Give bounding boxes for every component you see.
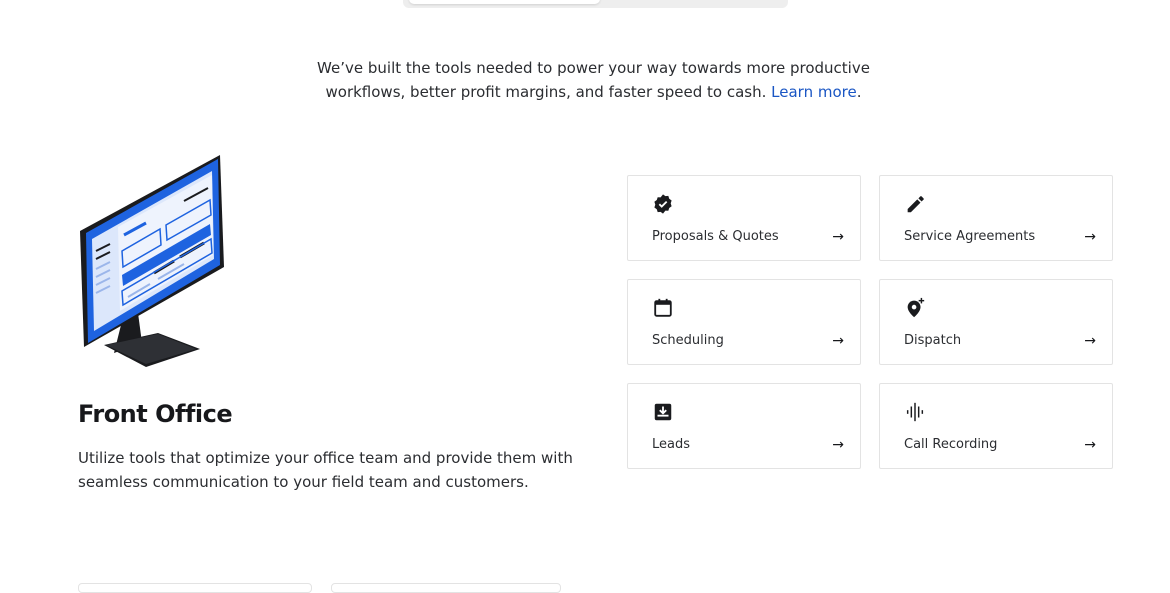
monitor-illustration [80, 155, 224, 367]
card-label: Leads [652, 437, 691, 452]
intro-text: We’ve built the tools needed to power yo… [0, 56, 1170, 104]
tab-switcher-active-tab[interactable] [409, 0, 600, 4]
card-label: Dispatch [904, 333, 962, 348]
verified-badge-icon [654, 194, 672, 214]
arrow-right-icon: → [1084, 333, 1096, 349]
next-section-tab[interactable] [78, 583, 312, 593]
intro-line-2-text: workflows, better profit margins, and fa… [325, 83, 767, 101]
location-pin-add-icon [907, 297, 925, 318]
arrow-right-icon: → [832, 229, 844, 245]
arrow-right-icon: → [1084, 229, 1096, 245]
card-service-agreements[interactable]: Service Agreements → [879, 175, 1113, 261]
learn-more-link[interactable]: Learn more [771, 83, 857, 101]
card-label: Scheduling [652, 333, 724, 348]
intro-line-1: We’ve built the tools needed to power yo… [317, 59, 870, 77]
arrow-right-icon: → [832, 333, 844, 349]
section-description: Utilize tools that optimize your office … [78, 449, 573, 491]
audio-waveform-icon [906, 402, 924, 422]
intro-period: . [856, 83, 862, 101]
card-call-recording[interactable]: Call Recording → [879, 383, 1113, 469]
section-title: Front Office [78, 400, 233, 428]
card-proposals-quotes[interactable]: Proposals & Quotes → [627, 175, 861, 261]
intro-line-2: workflows, better profit margins, and fa… [0, 80, 1170, 104]
pencil-icon [907, 196, 924, 213]
card-leads[interactable]: Leads → [627, 383, 861, 469]
card-label: Proposals & Quotes [652, 229, 779, 244]
arrow-right-icon: → [832, 437, 844, 453]
tab-switcher[interactable] [403, 0, 788, 8]
card-label: Call Recording [904, 437, 998, 452]
next-section-tab[interactable] [331, 583, 561, 593]
inbox-download-icon [654, 403, 672, 421]
card-scheduling[interactable]: Scheduling → [627, 279, 861, 365]
card-label: Service Agreements [904, 229, 1036, 244]
card-dispatch[interactable]: Dispatch → [879, 279, 1113, 365]
calendar-icon [654, 298, 672, 317]
arrow-right-icon: → [1084, 437, 1096, 453]
